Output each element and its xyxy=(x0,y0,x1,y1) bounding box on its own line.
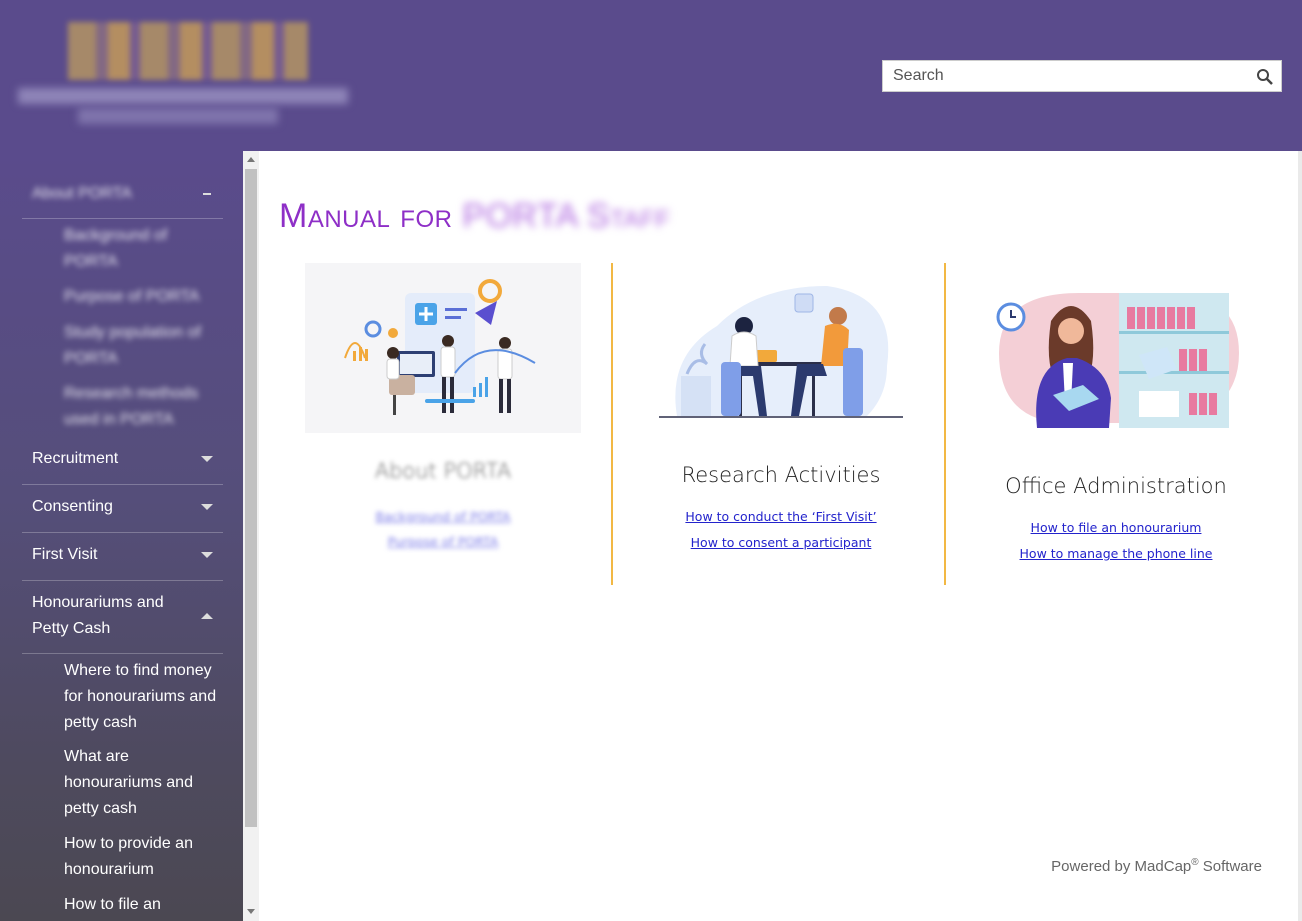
sidebar-subitem[interactable]: Where to find money for honourariums and… xyxy=(64,658,224,736)
research-activities-heading: Research Activities xyxy=(681,463,881,487)
sidebar-subitem[interactable]: Purpose of PORTA xyxy=(64,284,224,310)
main-content: Manual for PORTA Staff About PORTA Backg… xyxy=(259,151,1298,921)
page-title-prefix: Manual for xyxy=(279,197,453,235)
file-honourarium-link[interactable]: How to file an honourarium xyxy=(989,520,1243,535)
chevron-down-icon xyxy=(201,552,213,558)
right-border xyxy=(1298,151,1302,921)
header xyxy=(0,0,1302,151)
scroll-thumb[interactable] xyxy=(245,169,257,827)
logo-mark xyxy=(68,22,308,80)
sidebar-subitem[interactable]: How to provide an honourarium xyxy=(64,831,224,883)
office-administration-illustration[interactable] xyxy=(989,283,1243,428)
sidebar-item-label: Consenting xyxy=(32,498,113,515)
first-visit-link[interactable]: How to conduct the ‘First Visit’ xyxy=(657,509,905,524)
chevron-up-icon xyxy=(201,613,213,619)
consent-participant-link[interactable]: How to consent a participant xyxy=(657,535,905,550)
powered-by-footer[interactable]: Powered by MadCap® Software xyxy=(1051,857,1262,875)
logo-subtitle xyxy=(18,88,348,104)
about-link-2[interactable]: Purpose of PORTA xyxy=(305,534,581,549)
sidebar-item-about[interactable]: About PORTA xyxy=(22,173,223,219)
sidebar-nav: About PORTA Background of PORTA Purpose … xyxy=(0,151,243,921)
sidebar-item-label: First Visit xyxy=(32,546,98,563)
sidebar-subitem[interactable]: Research methods used in PORTA xyxy=(64,381,224,433)
scroll-up-arrow-icon[interactable] xyxy=(247,157,255,162)
sidebar-subitem[interactable]: What are honourariums and petty cash xyxy=(64,744,224,822)
about-heading: About PORTA xyxy=(374,459,512,483)
footer-prefix: Powered by MadCap xyxy=(1051,858,1192,875)
office-administration-heading: Office Administration xyxy=(1005,474,1227,498)
logo-subtitle-line2 xyxy=(78,108,278,124)
sidebar-subitem[interactable]: Background of PORTA xyxy=(64,223,224,275)
sidebar-item-first-visit[interactable]: First Visit xyxy=(22,533,223,581)
sidebar-item-label: Honourariums and Petty Cash xyxy=(32,594,164,637)
footer-registered-mark: ® xyxy=(1191,857,1199,868)
column-divider xyxy=(611,263,613,585)
sidebar-item-honourariums[interactable]: Honourariums and Petty Cash xyxy=(22,581,223,654)
search-icon[interactable] xyxy=(1255,67,1275,87)
sidebar-item-consenting[interactable]: Consenting xyxy=(22,485,223,533)
column-divider xyxy=(944,263,946,585)
chevron-down-icon xyxy=(201,456,213,462)
sidebar-scrollbar[interactable] xyxy=(243,151,259,921)
research-activities-illustration[interactable] xyxy=(657,276,905,421)
scroll-down-arrow-icon[interactable] xyxy=(247,909,255,914)
about-link-1[interactable]: Background of PORTA xyxy=(305,509,581,524)
sidebar-subitem[interactable]: Study population of PORTA xyxy=(64,320,224,372)
search-input[interactable] xyxy=(883,61,1243,91)
manage-phone-line-link[interactable]: How to manage the phone line xyxy=(989,546,1243,561)
logo[interactable] xyxy=(18,22,348,132)
page-title-blurred: PORTA Staff xyxy=(462,197,671,235)
chevron-down-icon xyxy=(201,504,213,510)
page-title: Manual for PORTA Staff xyxy=(279,197,670,236)
sidebar-item-recruitment[interactable]: Recruitment xyxy=(22,437,223,485)
sidebar-subitem[interactable]: How to file an xyxy=(64,892,224,918)
collapse-icon xyxy=(203,193,211,195)
about-illustration[interactable] xyxy=(305,263,581,433)
sidebar-item-label: Recruitment xyxy=(32,450,119,467)
sidebar-item-label: About PORTA xyxy=(32,185,132,202)
footer-suffix: Software xyxy=(1198,858,1262,875)
search-box xyxy=(882,60,1282,92)
